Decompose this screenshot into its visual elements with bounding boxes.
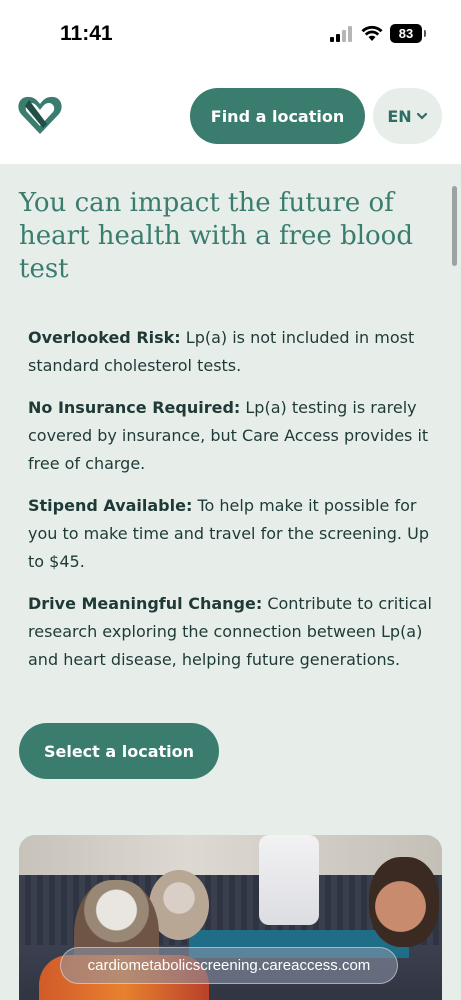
status-time: 11:41 — [60, 22, 113, 45]
chevron-down-icon — [416, 112, 427, 120]
benefit-title: Drive Meaningful Change: — [28, 594, 263, 613]
select-location-button[interactable]: Select a location — [19, 723, 219, 779]
benefit-title: Overlooked Risk: — [28, 328, 181, 347]
heart-logo-icon[interactable] — [17, 94, 63, 136]
benefit-item: No Insurance Required: Lp(a) testing is … — [28, 394, 446, 478]
benefit-item: Drive Meaningful Change: Contribute to c… — [28, 590, 446, 674]
benefit-title: No Insurance Required: — [28, 398, 241, 417]
browser-url-bar[interactable]: cardiometabolicscreening.careaccess.com — [60, 947, 398, 984]
benefit-item: Overlooked Risk: Lp(a) is not included i… — [28, 324, 446, 380]
language-label: EN — [387, 106, 412, 126]
benefit-title: Stipend Available: — [28, 496, 193, 515]
wifi-icon — [361, 25, 383, 41]
benefit-item: Stipend Available: To help make it possi… — [28, 492, 446, 576]
photo-staff-member — [259, 835, 319, 925]
scrollbar[interactable] — [452, 186, 457, 266]
status-bar: 11:41 83 — [0, 0, 461, 68]
page-headline: You can impact the future of heart healt… — [19, 188, 413, 284]
battery-indicator: 83 — [390, 24, 426, 43]
photo-person — [369, 857, 439, 947]
benefits-list: Overlooked Risk: Lp(a) is not included i… — [28, 324, 446, 688]
find-location-button[interactable]: Find a location — [190, 88, 365, 144]
signal-icon — [330, 26, 356, 42]
language-selector[interactable]: EN — [373, 88, 442, 144]
site-header: Find a location EN — [0, 68, 461, 164]
